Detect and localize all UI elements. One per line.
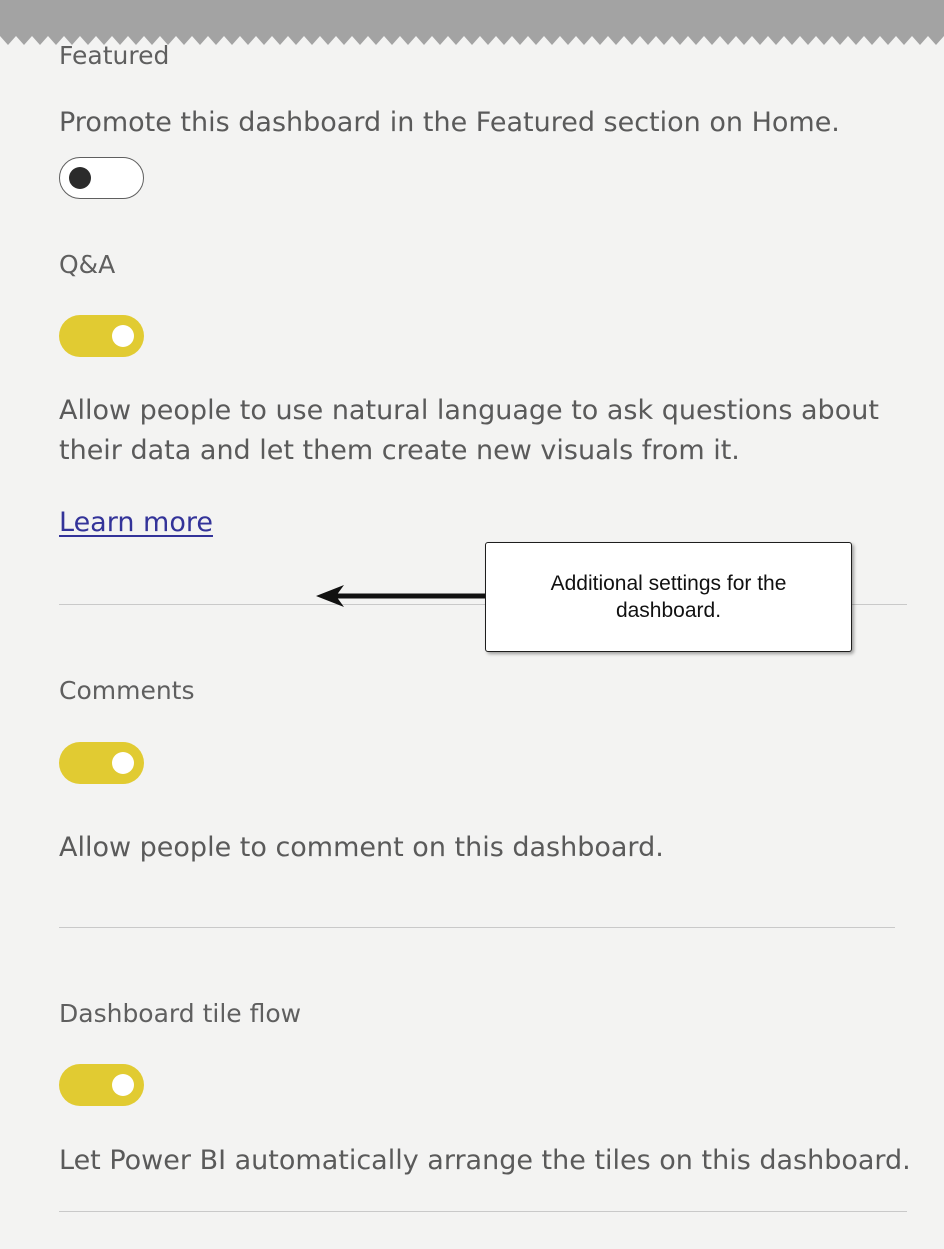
comments-description: Allow people to comment on this dashboar… [59,832,664,863]
tile-flow-description: Let Power BI automatically arrange the t… [59,1145,911,1176]
annotation-callout: Additional settings for the dashboard. [485,542,852,652]
toggle-knob [112,1074,134,1096]
tile-flow-toggle[interactable] [59,1064,144,1106]
section-divider [59,927,895,928]
featured-toggle[interactable] [59,157,144,199]
qna-toggle[interactable] [59,315,144,357]
arrow-left-icon [316,585,488,607]
qna-description-line-1: Allow people to use natural language to … [59,395,879,426]
tile-flow-title: Dashboard tile flow [59,999,302,1028]
toggle-knob [112,325,134,347]
featured-description: Promote this dashboard in the Featured s… [59,107,840,138]
qna-title: Q&A [59,250,116,279]
toggle-knob [112,752,134,774]
qna-description-line-2: their data and let them create new visua… [59,435,740,466]
comments-title: Comments [59,676,195,705]
toggle-knob [69,167,91,189]
qna-description: Allow people to use natural language to … [59,391,879,471]
callout-text: Additional settings for the dashboard. [550,572,787,622]
learn-more-link[interactable]: Learn more [59,503,213,543]
section-divider [59,1211,907,1212]
comments-toggle[interactable] [59,742,144,784]
featured-title: Featured [59,41,170,70]
